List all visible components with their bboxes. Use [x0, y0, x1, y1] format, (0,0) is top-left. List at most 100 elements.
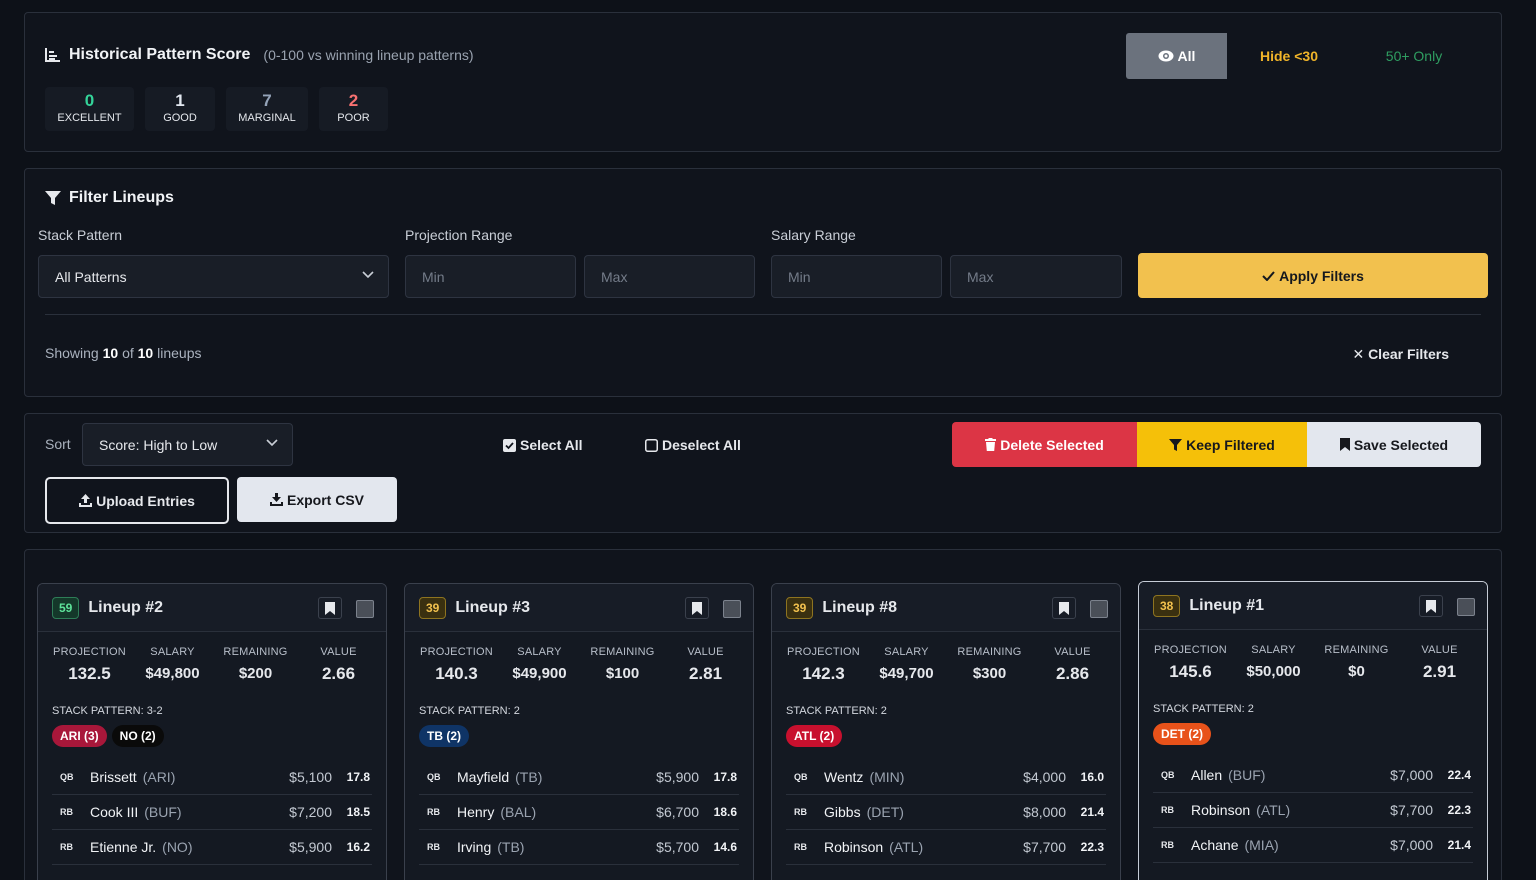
lineup-checkbox[interactable] — [1090, 600, 1108, 618]
player-salary: $8,000 — [1023, 804, 1066, 820]
stat-value-ratio: VALUE 2.66 — [297, 646, 380, 684]
deselect-all-button[interactable]: Deselect All — [645, 437, 741, 453]
player-row: RB Henry (BAL) $6,700 18.6 — [419, 795, 739, 830]
upload-entries-button[interactable]: Upload Entries — [45, 477, 229, 524]
trash-icon — [985, 438, 997, 451]
count-marginal: 7 MARGINAL — [226, 87, 308, 131]
stat-salary: SALARY $49,800 — [131, 646, 214, 684]
save-selected-button[interactable]: Save Selected — [1307, 422, 1481, 467]
player-row: QB Mayfield (TB) $5,900 17.8 — [419, 760, 739, 795]
player-team: (MIN) — [869, 769, 905, 785]
player-salary: $5,700 — [656, 839, 699, 855]
player-position: RB — [60, 807, 73, 817]
score-badge: 39 — [419, 596, 447, 619]
showing-summary: Showing 10 of 10 lineups — [45, 345, 201, 361]
stat-value: $300 — [972, 665, 1007, 682]
player-team: (ATL) — [1256, 802, 1291, 818]
salary-max-input[interactable]: Max — [950, 255, 1122, 298]
bookmark-button[interactable] — [685, 597, 709, 619]
player-position: QB — [60, 772, 74, 782]
stat-label: REMAINING — [957, 646, 1022, 658]
player-team: (ARI) — [142, 769, 176, 785]
stack-chip: ARI (3) — [52, 725, 107, 747]
salary-min-input[interactable]: Min — [771, 255, 942, 298]
stat-salary: SALARY $50,000 — [1232, 644, 1315, 682]
stat-label: VALUE — [1421, 644, 1458, 656]
showing-of: of — [122, 345, 134, 361]
eye-icon — [1158, 50, 1174, 62]
player-points: 14.6 — [713, 840, 737, 854]
count-poor: 2 POOR — [319, 87, 388, 131]
score-filter-group: All Hide <30 50+ Only — [1126, 33, 1477, 79]
projection-min-input[interactable]: Min — [405, 255, 576, 298]
lineup-card[interactable]: 38 Lineup #1 PROJECTION 145.6 SALARY $50… — [1138, 581, 1488, 880]
projection-max-input[interactable]: Max — [584, 255, 755, 298]
bulk-actions: Delete Selected Keep Filtered Save Selec… — [952, 422, 1481, 467]
score-badge: 38 — [1153, 594, 1181, 617]
player-list: QB Wentz (MIN) $4,000 16.0 RB Gibbs (DET… — [786, 760, 1106, 865]
stat-value: 142.3 — [802, 664, 845, 683]
select-all-label: Select All — [520, 437, 583, 453]
lineup-card[interactable]: 59 Lineup #2 PROJECTION 132.5 SALARY $49… — [37, 583, 387, 880]
player-salary: $5,900 — [289, 839, 332, 855]
player-team: (NO) — [162, 839, 193, 855]
divider — [45, 314, 1481, 315]
player-position: RB — [427, 842, 440, 852]
player-points: 17.8 — [713, 770, 737, 784]
filter-fifty-button[interactable]: 50+ Only — [1351, 33, 1477, 79]
sort-select[interactable]: Score: High to Low — [82, 423, 293, 466]
count-good: 1 GOOD — [145, 87, 215, 131]
stack-chips: ATL (2) — [786, 725, 843, 747]
player-points: 16.0 — [1080, 770, 1104, 784]
filter-hide-button[interactable]: Hide <30 — [1227, 33, 1351, 79]
filter-all-button[interactable]: All — [1126, 33, 1227, 79]
filter-lineups-title: Filter Lineups — [45, 189, 174, 207]
stat-value: $50,000 — [1246, 663, 1301, 680]
player-points: 21.4 — [1080, 805, 1104, 819]
stack-pattern-text: STACK PATTERN: 2 — [419, 705, 520, 717]
stack-chips: TB (2) — [419, 725, 469, 747]
bookmark-icon — [1426, 599, 1436, 613]
stat-label: REMAINING — [223, 646, 288, 658]
stat-value: 2.91 — [1422, 662, 1457, 681]
keep-filtered-button[interactable]: Keep Filtered — [1137, 422, 1307, 467]
player-position: RB — [427, 807, 440, 817]
apply-filters-label: Apply Filters — [1279, 267, 1364, 284]
lineup-card[interactable]: 39 Lineup #8 PROJECTION 142.3 SALARY $49… — [771, 583, 1121, 880]
bookmark-icon — [325, 601, 335, 615]
stat-value: 2.86 — [1055, 664, 1090, 683]
player-position: QB — [427, 772, 441, 782]
stat-label: VALUE — [1054, 646, 1091, 658]
deselect-all-label: Deselect All — [662, 437, 741, 453]
bookmark-button[interactable] — [318, 597, 342, 619]
export-csv-button[interactable]: Export CSV — [237, 477, 397, 522]
lineup-stats: PROJECTION 140.3 SALARY $49,900 REMAININ… — [405, 646, 753, 684]
stack-pattern-value: All Patterns — [55, 268, 127, 285]
bookmark-button[interactable] — [1419, 595, 1443, 617]
player-team: (DET) — [866, 804, 904, 820]
chevron-down-icon — [266, 439, 278, 447]
player-row: RB Cook III (BUF) $7,200 18.5 — [52, 795, 372, 830]
bookmark-button[interactable] — [1052, 597, 1076, 619]
stack-chip: TB (2) — [419, 725, 469, 747]
lineup-checkbox[interactable] — [356, 600, 374, 618]
player-salary: $7,000 — [1390, 837, 1433, 853]
funnel-icon — [45, 191, 61, 205]
lineup-card[interactable]: 39 Lineup #3 PROJECTION 140.3 SALARY $49… — [404, 583, 754, 880]
stack-chip: DET (2) — [1153, 723, 1211, 745]
close-icon: ✕ — [1352, 346, 1365, 362]
lineup-checkbox[interactable] — [1457, 598, 1475, 616]
stat-value: $200 — [238, 665, 273, 682]
player-list: QB Mayfield (TB) $5,900 17.8 RB Henry (B… — [419, 760, 739, 865]
stat-projection: PROJECTION 142.3 — [782, 646, 865, 684]
clear-filters-button[interactable]: ✕ Clear Filters — [1352, 346, 1449, 363]
select-all-button[interactable]: Select All — [503, 437, 583, 453]
count-label: MARGINAL — [238, 112, 296, 124]
player-row: RB Achane (MIA) $7,000 21.4 — [1153, 828, 1473, 863]
stack-pattern-select[interactable]: All Patterns — [38, 255, 389, 298]
apply-filters-button[interactable]: Apply Filters — [1138, 253, 1488, 298]
lineup-checkbox[interactable] — [723, 600, 741, 618]
player-points: 22.3 — [1447, 803, 1471, 817]
delete-selected-button[interactable]: Delete Selected — [952, 422, 1137, 467]
lineup-name: Lineup #2 — [88, 598, 164, 616]
